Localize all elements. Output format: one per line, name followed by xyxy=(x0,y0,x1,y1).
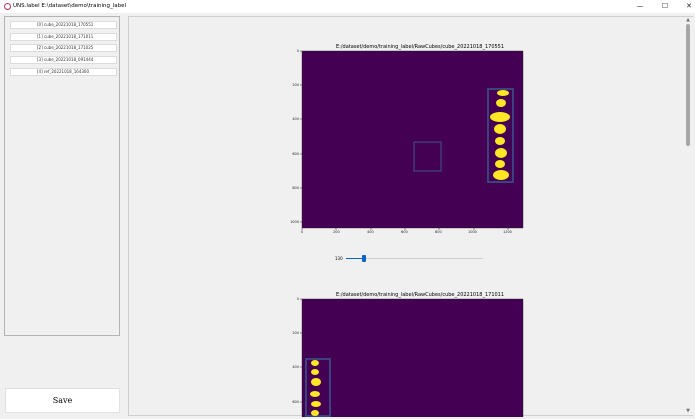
y-tick-label: 0 xyxy=(296,297,299,301)
x-tick-label: 600 xyxy=(401,230,408,234)
x-tick-label: 0 xyxy=(301,230,304,234)
x-tick-label: 1000 xyxy=(468,230,477,234)
scrollbar-thumb[interactable] xyxy=(686,24,690,146)
file-list-item[interactable]: [1] cube_20221018_171011 xyxy=(10,33,117,41)
label-image[interactable] xyxy=(298,49,526,231)
scroll-up-arrow-icon[interactable]: ▲ xyxy=(684,17,692,23)
y-tick-label: 200 xyxy=(292,83,299,87)
x-tick-label: 400 xyxy=(367,230,374,234)
band-slider-track[interactable] xyxy=(346,258,483,259)
y-tick-label: 400 xyxy=(292,117,299,121)
y-tick-label: 400 xyxy=(292,365,299,369)
y-tick-label: 0 xyxy=(296,49,299,53)
app-icon xyxy=(4,3,11,10)
window-title: UNS.label E:\dataset\demo\training_label xyxy=(13,3,127,9)
file-list-panel: [0] cube_20221018_170551 [1] cube_202210… xyxy=(4,16,120,336)
label-image[interactable] xyxy=(298,297,526,417)
band-slider-handle[interactable] xyxy=(362,255,366,262)
maximize-button[interactable]: ☐ xyxy=(654,0,676,13)
file-list-item[interactable]: [0] cube_20221018_170551 xyxy=(10,21,117,29)
close-button[interactable]: ✕ xyxy=(678,0,695,13)
save-button[interactable]: Save xyxy=(5,388,120,413)
y-tick-label: 1000 xyxy=(290,220,299,224)
x-tick-label: 200 xyxy=(333,230,340,234)
title-bar: UNS.label E:\dataset\demo\training_label… xyxy=(0,0,695,13)
file-list-item[interactable]: [4] ref_20221018_164300 xyxy=(10,68,117,76)
slider-value: 130 xyxy=(335,256,343,261)
y-tick-label: 600 xyxy=(292,400,299,404)
y-tick-label: 200 xyxy=(292,331,299,335)
y-tick-label: 800 xyxy=(292,186,299,190)
file-list-item[interactable]: [3] cube_20221018_091444 xyxy=(10,56,117,64)
x-tick-label: 800 xyxy=(435,230,442,234)
scroll-down-arrow-icon[interactable]: ▼ xyxy=(684,408,692,414)
x-tick-label: 1200 xyxy=(503,230,512,234)
file-list-item[interactable]: [2] cube_20221018_171025 xyxy=(10,44,117,52)
minimize-button[interactable]: — xyxy=(629,0,651,13)
y-tick-label: 600 xyxy=(292,152,299,156)
